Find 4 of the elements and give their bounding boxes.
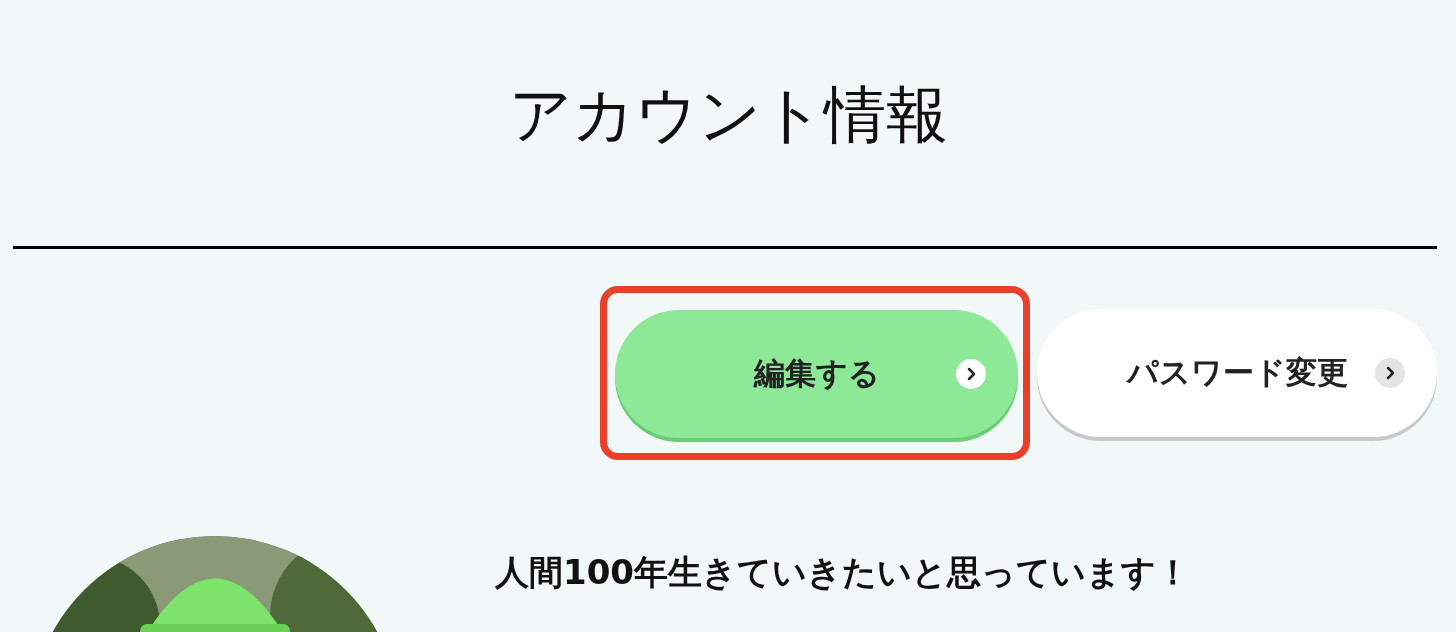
chevron-icon — [956, 359, 986, 389]
page-title: アカウント情報 — [507, 77, 949, 146]
chevron-icon — [1375, 358, 1405, 388]
profile-headline: 人間100年生きていきたいと思っています！ — [495, 552, 1190, 594]
